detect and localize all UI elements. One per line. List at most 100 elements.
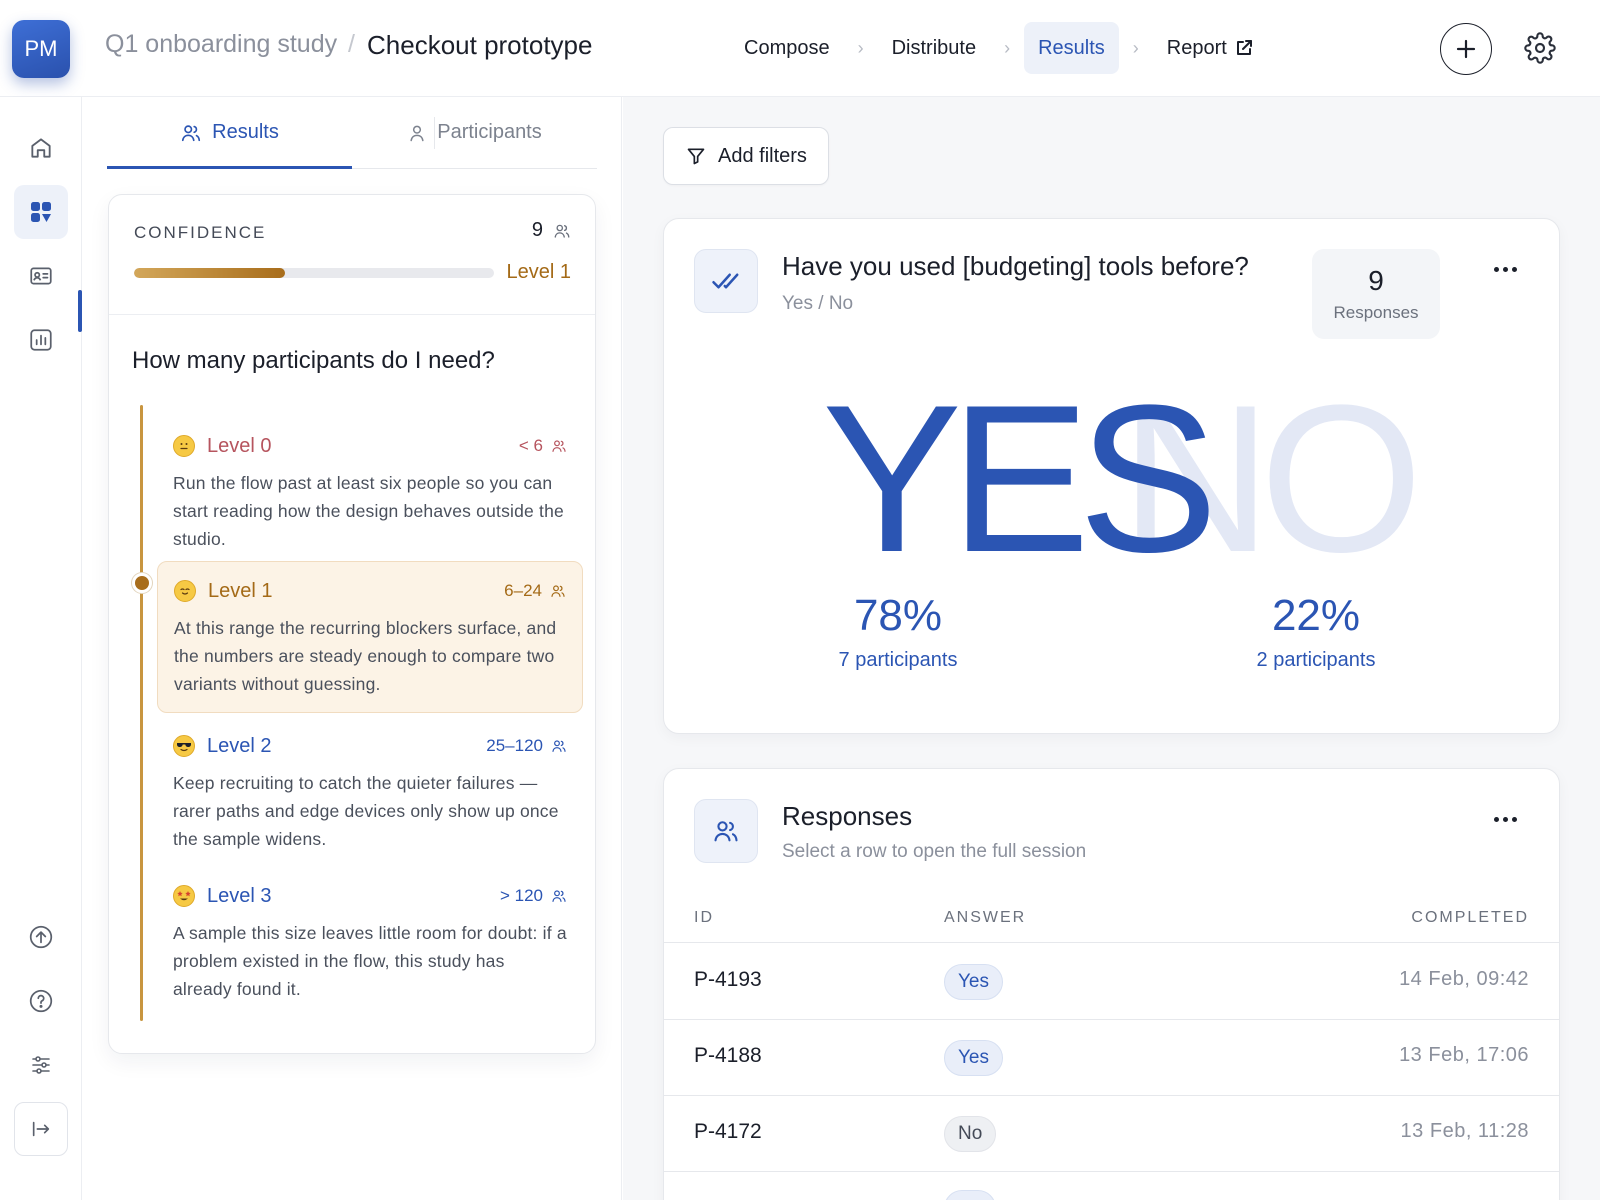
step-compose[interactable]: Compose xyxy=(730,22,844,74)
id-card-icon xyxy=(30,267,52,285)
responses-count-box: 9 Responses xyxy=(1312,249,1440,339)
confidence-question: How many participants do I need? xyxy=(132,347,495,374)
nav-dashboard[interactable] xyxy=(14,185,68,239)
level-range: 25–120 xyxy=(486,736,567,756)
confidence-header: CONFIDENCE 9 Level 1 xyxy=(109,195,595,315)
table-row[interactable]: P-4193 Yes 14 Feb, 09:42 xyxy=(664,944,1559,1020)
yes-percentage: 78% xyxy=(853,591,943,640)
level-description: Keep recruiting to catch the quieter fai… xyxy=(173,773,559,849)
level-name: Level 1 xyxy=(208,579,273,602)
row-id: P-4193 xyxy=(694,968,762,991)
gear-icon xyxy=(1524,32,1556,64)
collapse-sidebar-button[interactable] xyxy=(14,1102,68,1156)
row-completed: 14 Feb, 09:42 xyxy=(1399,968,1529,990)
level-item-0[interactable]: Level 0 < 6 Run the flow past at least s… xyxy=(157,417,583,567)
confidence-progress-fill xyxy=(134,268,286,278)
step-report[interactable]: Report xyxy=(1153,22,1267,74)
chevron-right-icon: › xyxy=(857,37,864,58)
level-description: At this range the recurring blockers sur… xyxy=(174,618,557,694)
current-level-marker xyxy=(132,573,152,593)
users-icon xyxy=(554,224,570,238)
users-icon xyxy=(552,740,566,752)
more-options-icon[interactable] xyxy=(1494,817,1517,822)
nav-upload[interactable] xyxy=(14,910,68,964)
plus-icon xyxy=(1456,39,1476,59)
yes-word: YES xyxy=(822,361,1218,596)
panel-tabs: Results Participants xyxy=(107,97,597,169)
answer-badge: No xyxy=(944,1116,997,1152)
level-range-value: 25–120 xyxy=(486,736,543,755)
sunglasses-face-icon xyxy=(173,735,195,757)
confidence-progress xyxy=(134,268,494,278)
relieved-face-icon xyxy=(174,580,196,602)
tab-label: Results xyxy=(212,121,279,143)
nav-reports[interactable] xyxy=(14,313,68,367)
nav-home[interactable] xyxy=(14,121,68,175)
column-header-answer[interactable]: ANSWER xyxy=(944,909,1026,927)
answer-badge: Yes xyxy=(944,1040,1003,1076)
tab-participants[interactable]: Participants xyxy=(352,97,597,168)
answer-badge: Yes xyxy=(944,964,1003,1000)
level-description: Run the flow past at least six people so… xyxy=(173,473,564,549)
confidence-label: CONFIDENCE xyxy=(134,223,267,242)
users-icon xyxy=(552,440,566,452)
chevron-right-icon: › xyxy=(1004,37,1011,58)
nav-help[interactable] xyxy=(14,974,68,1028)
table-row[interactable]: P-4172 No 13 Feb, 11:28 xyxy=(664,1096,1559,1172)
users-icon xyxy=(182,124,201,141)
row-completed: 13 Feb, 17:06 xyxy=(1399,1044,1529,1066)
workflow-steps: Compose › Distribute › Results › Report xyxy=(730,22,1267,74)
dashboard-icon xyxy=(31,202,51,222)
breadcrumb-project[interactable]: Q1 onboarding study xyxy=(105,30,337,59)
level-range-value: 6–24 xyxy=(504,581,542,600)
nav-rail xyxy=(0,97,82,1200)
step-label: Compose xyxy=(744,36,830,59)
column-header-completed[interactable]: COMPLETED xyxy=(1411,909,1529,927)
tab-label: Participants xyxy=(437,121,542,143)
help-icon xyxy=(29,989,53,1013)
add-button[interactable] xyxy=(1440,23,1492,75)
level-item-2[interactable]: Level 2 25–120 Keep recruiting to catch … xyxy=(157,717,583,867)
level-item-1[interactable]: Level 1 6–24 At this range the recurring… xyxy=(157,561,583,713)
participant-count: 9 xyxy=(531,219,543,241)
tab-results[interactable]: Results xyxy=(107,97,352,169)
question-title: Have you used [budgeting] tools before? xyxy=(782,251,1249,281)
step-distribute[interactable]: Distribute xyxy=(878,22,990,74)
level-name: Level 2 xyxy=(207,734,272,757)
upload-icon xyxy=(29,925,53,949)
no-participants[interactable]: 2 participants xyxy=(1196,649,1436,672)
responses-label: Responses xyxy=(1333,303,1419,322)
collapse-icon xyxy=(32,1121,50,1137)
level-range-value: > 120 xyxy=(499,886,543,905)
avatar[interactable]: PM xyxy=(12,20,70,78)
external-link-icon xyxy=(1236,40,1252,55)
add-filters-label: Add filters xyxy=(718,144,807,167)
user-icon xyxy=(410,125,424,141)
level-item-3[interactable]: Level 3 > 120 A sample this size leaves … xyxy=(157,867,583,1017)
breadcrumb-separator: / xyxy=(348,30,355,58)
responses-card: Responses Select a row to open the full … xyxy=(663,768,1560,1200)
row-id: P-4188 xyxy=(694,1044,762,1067)
bar-chart-icon xyxy=(30,329,52,351)
answer-badge xyxy=(944,1190,996,1200)
table-row[interactable] xyxy=(664,1172,1559,1200)
top-bar: PM Q1 onboarding study / Checkout protot… xyxy=(0,0,1600,97)
step-results[interactable]: Results xyxy=(1024,22,1119,74)
settings-button[interactable] xyxy=(1524,32,1556,64)
page-title: Checkout prototype xyxy=(367,30,593,60)
chevron-right-icon: › xyxy=(1132,37,1139,58)
column-header-id[interactable]: ID xyxy=(694,909,714,927)
home-icon xyxy=(31,138,51,158)
add-filters-button[interactable]: Add filters xyxy=(663,127,829,185)
star-struck-face-icon xyxy=(173,885,195,907)
level-range: 6–24 xyxy=(504,581,566,601)
row-id: P-4172 xyxy=(694,1120,762,1143)
nav-contacts[interactable] xyxy=(14,249,68,303)
more-options-icon[interactable] xyxy=(1494,267,1517,272)
step-label: Distribute xyxy=(891,36,977,59)
step-label: Results xyxy=(1038,36,1105,59)
yes-participants[interactable]: 7 participants xyxy=(778,649,1018,672)
table-row[interactable]: P-4188 Yes 13 Feb, 17:06 xyxy=(664,1020,1559,1096)
confidence-card: CONFIDENCE 9 Level 1 How many participan… xyxy=(108,194,596,1054)
nav-preferences[interactable] xyxy=(14,1038,68,1092)
